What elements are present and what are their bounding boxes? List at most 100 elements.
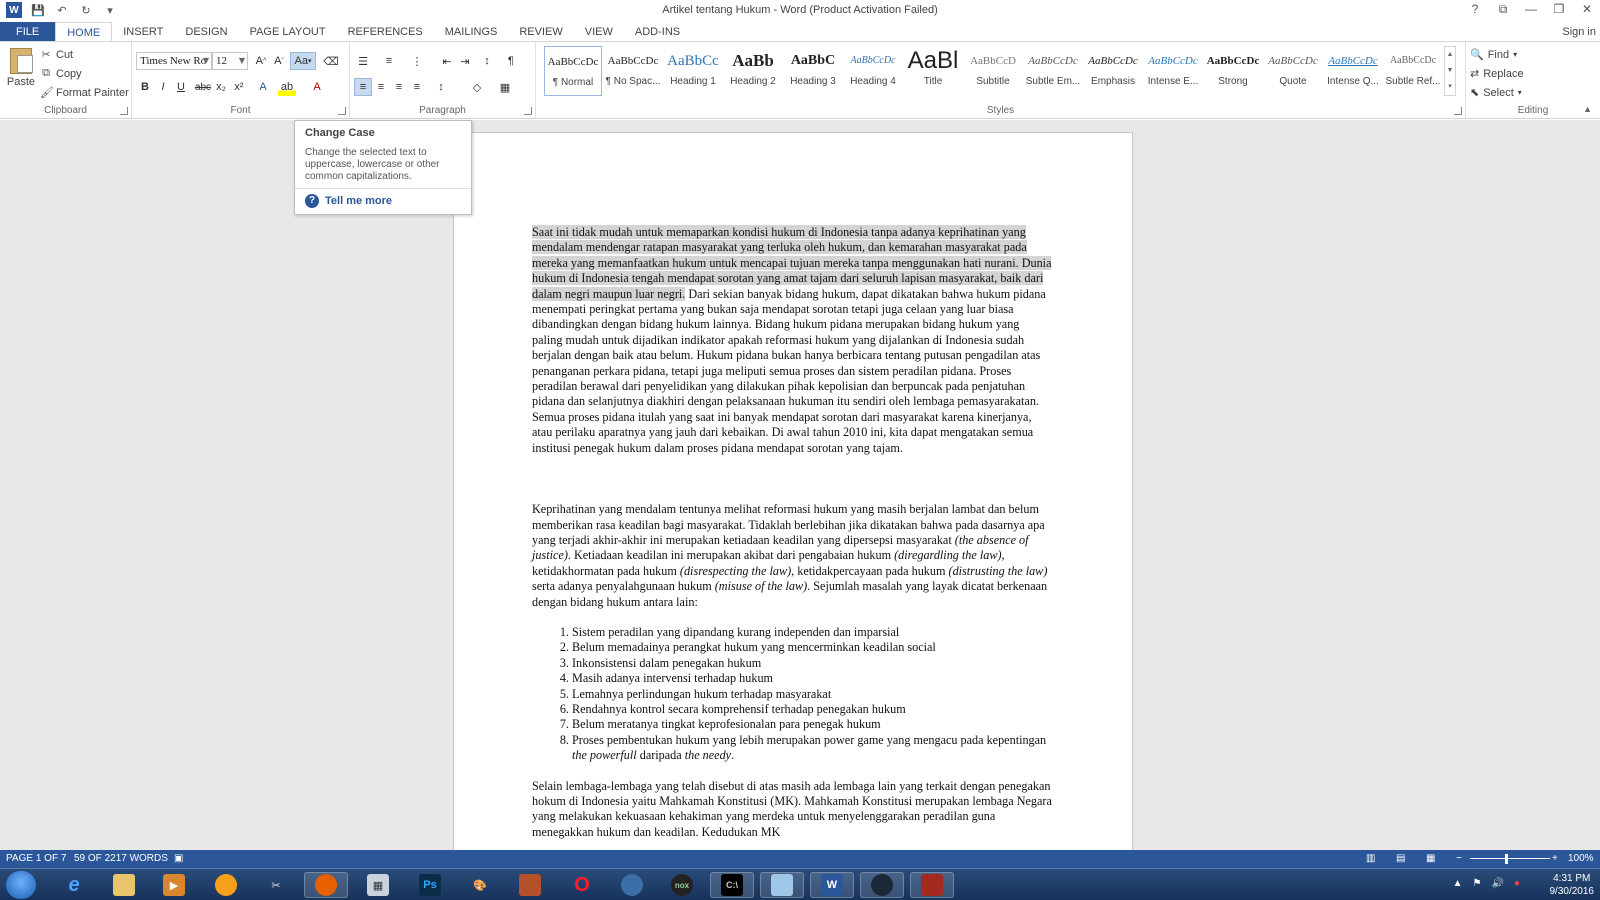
style-intense-quote[interactable]: AaBbCcDc Intense Q... bbox=[1324, 46, 1382, 96]
align-left-icon[interactable]: ≡ bbox=[354, 78, 372, 96]
tab-review[interactable]: REVIEW bbox=[508, 22, 573, 42]
italic-button[interactable]: I bbox=[154, 78, 172, 96]
minimize-button[interactable]: — bbox=[1524, 2, 1538, 17]
sign-in-link[interactable]: Sign in bbox=[1562, 22, 1596, 42]
style-title[interactable]: AaBl Title bbox=[904, 46, 962, 96]
tab-insert[interactable]: INSERT bbox=[112, 22, 174, 42]
style-quote[interactable]: AaBbCcDc Quote bbox=[1264, 46, 1322, 96]
show-hidden-icons-icon[interactable]: ▲ bbox=[1453, 878, 1463, 889]
list-item[interactable]: Masih adanya intervensi terhadap hukum bbox=[572, 671, 1052, 686]
borders-icon[interactable]: ▦ bbox=[496, 78, 514, 96]
document-page[interactable]: Saat ini tidak mudah untuk memaparkan ko… bbox=[453, 132, 1133, 850]
underline-button[interactable]: U bbox=[172, 78, 190, 96]
paragraph-1[interactable]: Saat ini tidak mudah untuk memaparkan ko… bbox=[532, 225, 1052, 456]
paragraph-2[interactable]: Keprihatinan yang mendalam tentunya meli… bbox=[532, 502, 1052, 610]
style-normal[interactable]: AaBbCcDc ¶ Normal bbox=[544, 46, 602, 96]
opera-icon[interactable]: O bbox=[560, 872, 604, 898]
restore-button[interactable]: ❐ bbox=[1552, 2, 1566, 17]
tab-add-ins[interactable]: ADD-INS bbox=[624, 22, 691, 42]
align-right-icon[interactable]: ≡ bbox=[390, 78, 408, 96]
increase-indent-icon[interactable]: ⇥ bbox=[456, 52, 474, 70]
tab-view[interactable]: VIEW bbox=[574, 22, 624, 42]
ribbon-display-button[interactable]: ⧉ bbox=[1496, 2, 1510, 17]
style-heading-1[interactable]: AaBbCc Heading 1 bbox=[664, 46, 722, 96]
tab-design[interactable]: DESIGN bbox=[174, 22, 238, 42]
zoom-slider[interactable] bbox=[1470, 858, 1550, 859]
clipboard-launcher[interactable] bbox=[120, 107, 128, 115]
tray-app-icon[interactable]: ● bbox=[1514, 878, 1520, 889]
document-body[interactable]: Saat ini tidak mudah untuk memaparkan ko… bbox=[532, 225, 1052, 840]
cut-button[interactable]: ✂ Cut bbox=[40, 48, 73, 62]
list-item[interactable]: Lemahnya perlindungan hukum terhadap mas… bbox=[572, 687, 1052, 702]
orange-app-icon[interactable] bbox=[204, 872, 248, 898]
list-item[interactable]: Proses pembentukan hukum yang lebih meru… bbox=[572, 733, 1052, 764]
magnifier-icon[interactable] bbox=[610, 872, 654, 898]
paragraph-1-rest[interactable]: Dari sekian banyak bidang hukum, dapat d… bbox=[532, 287, 1046, 455]
highlight-color-icon[interactable]: ab bbox=[278, 78, 296, 96]
list-item[interactable]: Rendahnya kontrol secara komprehensif te… bbox=[572, 702, 1052, 717]
bullets-icon[interactable]: ☰ bbox=[354, 52, 372, 70]
style-heading-4[interactable]: AaBbCcDc Heading 4 bbox=[844, 46, 902, 96]
style-emphasis[interactable]: AaBbCcDc Emphasis bbox=[1084, 46, 1142, 96]
read-mode-icon[interactable]: ▥ bbox=[1366, 853, 1375, 864]
shrink-font-button[interactable]: Aˇ bbox=[270, 52, 288, 70]
nox-icon[interactable]: nox bbox=[660, 872, 704, 898]
calculator-icon[interactable]: ▦ bbox=[356, 872, 400, 898]
firefox-icon[interactable] bbox=[304, 872, 348, 898]
subscript-button[interactable]: x₂ bbox=[212, 78, 230, 96]
format-painter-button[interactable]: 🖌 Format Painter bbox=[40, 86, 129, 100]
document-canvas[interactable]: Saat ini tidak mudah untuk memaparkan ko… bbox=[0, 120, 1600, 850]
clock[interactable]: 4:31 PM 9/30/2016 bbox=[1550, 872, 1595, 898]
game-app-icon[interactable] bbox=[508, 872, 552, 898]
zoom-in-icon[interactable]: + bbox=[1552, 853, 1558, 864]
tab-page-layout[interactable]: PAGE LAYOUT bbox=[239, 22, 337, 42]
help-button[interactable]: ? bbox=[1468, 2, 1482, 17]
change-case-button[interactable]: Aa ▾ bbox=[290, 52, 316, 70]
font-name-combo[interactable]: Times New Ro ▼ bbox=[136, 52, 212, 70]
photoshop-icon[interactable]: Ps bbox=[408, 872, 452, 898]
word-taskbar-icon[interactable]: W bbox=[810, 872, 854, 898]
action-center-flag-icon[interactable]: ⚑ bbox=[1473, 878, 1482, 889]
justify-icon[interactable]: ≡ bbox=[408, 78, 426, 96]
style-no-spacing[interactable]: AaBbCcDc ¶ No Spac... bbox=[604, 46, 662, 96]
styles-gallery-scroll[interactable]: ▲ ▼ ▾ bbox=[1444, 46, 1456, 96]
print-layout-icon[interactable]: ▤ bbox=[1396, 853, 1405, 864]
copy-button[interactable]: ⧉ Copy bbox=[40, 67, 82, 80]
start-button-icon[interactable] bbox=[6, 871, 36, 899]
list-item[interactable]: Belum memadainya perangkat hukum yang me… bbox=[572, 640, 1052, 655]
proofing-icon[interactable]: ▣ bbox=[174, 853, 183, 864]
zoom-level[interactable]: 100% bbox=[1568, 853, 1594, 864]
list-item[interactable]: Belum meratanya tingkat keprofesionalan … bbox=[572, 717, 1052, 732]
select-button[interactable]: ⬉ Select ▾ bbox=[1470, 86, 1522, 100]
paint-palette-icon[interactable]: 🎨 bbox=[458, 872, 502, 898]
superscript-button[interactable]: x² bbox=[230, 78, 248, 96]
tab-file[interactable]: FILE bbox=[0, 22, 56, 42]
multilevel-list-icon[interactable]: ⋮ bbox=[408, 52, 426, 70]
numbering-icon[interactable]: ≡ bbox=[380, 52, 398, 70]
styles-launcher[interactable] bbox=[1454, 107, 1462, 115]
numbered-list[interactable]: Sistem peradilan yang dipandang kurang i… bbox=[532, 625, 1052, 764]
strikethrough-button[interactable]: abc bbox=[194, 78, 212, 96]
tab-home[interactable]: HOME bbox=[55, 22, 113, 42]
tell-me-more-link[interactable]: ? Tell me more bbox=[305, 194, 461, 208]
volume-icon[interactable]: 🔊 bbox=[1492, 878, 1504, 889]
steam-icon[interactable] bbox=[860, 872, 904, 898]
bold-button[interactable]: B bbox=[136, 78, 154, 96]
paragraph-3[interactable]: Selain lembaga-lembaga yang telah disebu… bbox=[532, 779, 1052, 841]
text-effects-icon[interactable]: A bbox=[254, 78, 272, 96]
replace-button[interactable]: ⇄ Replace bbox=[1470, 67, 1524, 81]
style-heading-2[interactable]: AaBb Heading 2 bbox=[724, 46, 782, 96]
paint-tool-icon[interactable]: ✂ bbox=[254, 872, 298, 898]
find-button[interactable]: 🔍 Find ▾ bbox=[1470, 48, 1517, 62]
notes-app-icon[interactable] bbox=[760, 872, 804, 898]
font-size-combo[interactable]: 12 ▼ bbox=[212, 52, 248, 70]
shading-icon[interactable]: ◇ bbox=[468, 78, 486, 96]
dota-icon[interactable] bbox=[910, 872, 954, 898]
sort-icon[interactable]: ↕ bbox=[478, 52, 496, 70]
align-center-icon[interactable]: ≡ bbox=[372, 78, 390, 96]
web-layout-icon[interactable]: ▦ bbox=[1426, 853, 1435, 864]
list-item[interactable]: Inkonsistensi dalam penegakan hukum bbox=[572, 656, 1052, 671]
font-color-icon[interactable]: A bbox=[308, 78, 326, 96]
tab-references[interactable]: REFERENCES bbox=[337, 22, 434, 42]
style-intense-emphasis[interactable]: AaBbCcDc Intense E... bbox=[1144, 46, 1202, 96]
